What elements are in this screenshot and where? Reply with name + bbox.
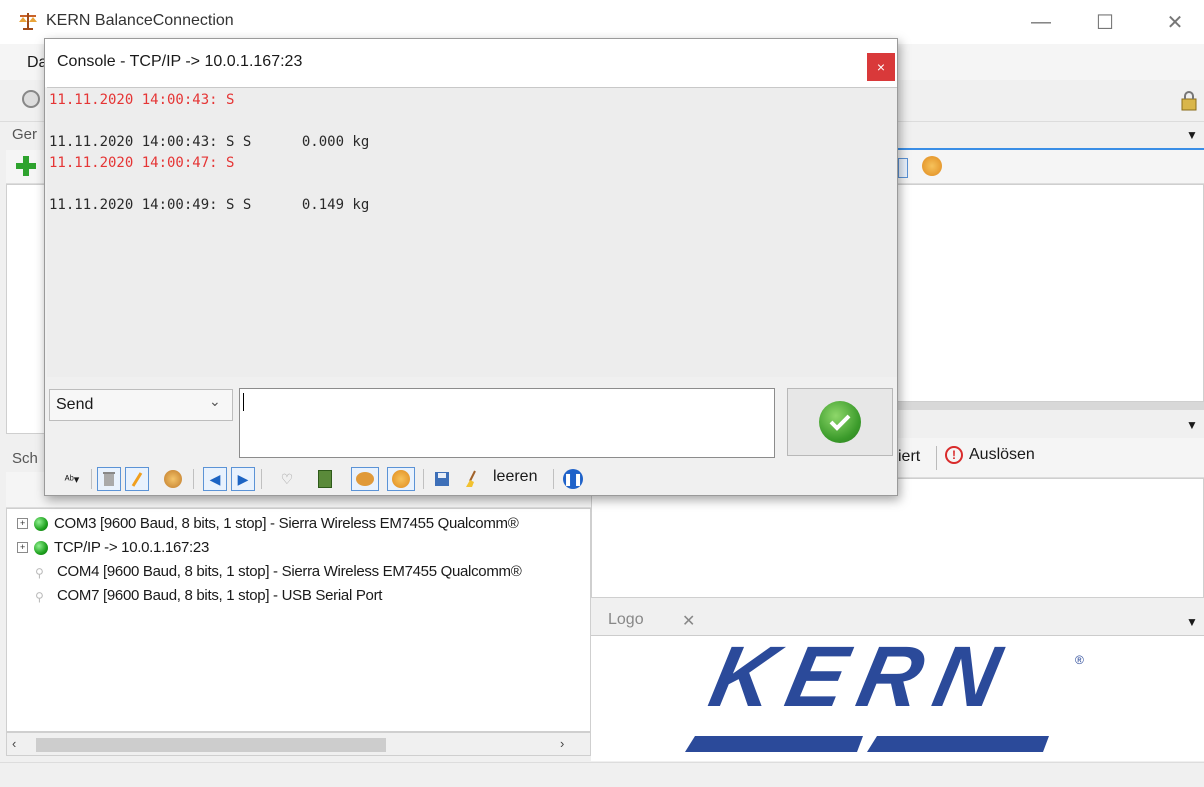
send-button[interactable]	[787, 388, 893, 456]
devices-panel-title: Ger	[12, 126, 38, 143]
scrollbar-thumb[interactable]	[36, 738, 386, 752]
gear-icon[interactable]	[22, 90, 40, 108]
clock-icon[interactable]	[387, 467, 415, 491]
console-dialog: Console - TCP/IP -> 10.0.1.167:23 × 11.1…	[44, 38, 898, 496]
kern-logo-text: KERN	[702, 636, 1022, 725]
expand-icon[interactable]: +	[17, 542, 28, 553]
toolbar-separator	[936, 446, 937, 470]
trash-icon[interactable]	[97, 467, 121, 491]
connection-label: COM3 [9600 Baud, 8 bits, 1 stop] - Sierr…	[54, 515, 519, 532]
tree-item-connection[interactable]: ⚲ COM7 [9600 Baud, 8 bits, 1 stop] - USB…	[35, 587, 382, 604]
statusbar	[0, 762, 1204, 787]
alert-icon: !	[945, 446, 963, 464]
toolbar-button-label[interactable]: iert	[898, 448, 920, 466]
palette-icon[interactable]	[161, 467, 185, 491]
chevron-down-icon[interactable]: ▼	[1186, 418, 1198, 432]
tree-item-connection[interactable]: + COM3 [9600 Baud, 8 bits, 1 stop] - Sie…	[17, 515, 519, 532]
expand-icon[interactable]: +	[17, 518, 28, 529]
color-palette-icon[interactable]	[351, 467, 379, 491]
calculator-icon[interactable]	[313, 467, 337, 491]
app-title: KERN BalanceConnection	[46, 12, 234, 29]
save-icon[interactable]	[431, 467, 453, 491]
tree-item-connection[interactable]: + TCP/IP -> 10.0.1.167:23	[17, 539, 209, 556]
arrow-right-icon[interactable]: ▶	[231, 467, 255, 491]
log-line: 11.11.2020 14:00:43: S	[49, 92, 235, 108]
lock-icon[interactable]	[1180, 90, 1198, 112]
arrow-left-icon[interactable]: ◀	[203, 467, 227, 491]
chevron-down-icon[interactable]: ▼	[1186, 128, 1198, 142]
chevron-down-icon[interactable]: ⌄	[209, 393, 221, 410]
console-close-button[interactable]: ×	[867, 53, 895, 81]
log-line: 11.11.2020 14:00:49: S S 0.149 kg	[49, 197, 370, 213]
connection-label: TCP/IP -> 10.0.1.167:23	[54, 539, 210, 556]
add-icon[interactable]	[16, 156, 36, 176]
encoding-dropdown-icon[interactable]: ᴬᵇ▾	[55, 467, 89, 491]
text-caret	[243, 393, 244, 411]
logo-panel-content: KERN ®	[591, 629, 1204, 761]
connected-status-icon	[34, 516, 48, 531]
scroll-left-icon[interactable]: ‹	[12, 736, 16, 751]
plug-icon: ⚲	[35, 589, 44, 604]
connections-tree: + COM3 [9600 Baud, 8 bits, 1 stop] - Sie…	[6, 508, 591, 732]
console-log: 11.11.2020 14:00:43: S 11.11.2020 14:00:…	[47, 87, 897, 377]
connection-label: COM4 [9600 Baud, 8 bits, 1 stop] - Sierr…	[57, 563, 522, 580]
command-input[interactable]	[239, 388, 775, 458]
log-line: 11.11.2020 14:00:47: S	[49, 155, 235, 171]
tree-item-connection[interactable]: ⚲ COM4 [9600 Baud, 8 bits, 1 stop] - Sie…	[35, 563, 522, 580]
connection-label: COM7 [9600 Baud, 8 bits, 1 stop] - USB S…	[57, 587, 383, 604]
clock-icon[interactable]	[922, 156, 942, 176]
log-line: 11.11.2020 14:00:43: S S 0.000 kg	[49, 134, 370, 150]
scroll-right-icon[interactable]: ›	[560, 736, 564, 751]
tab-logo[interactable]: Logo	[608, 611, 644, 629]
minimize-button[interactable]: —	[1018, 0, 1064, 44]
send-mode-select[interactable]: Send	[49, 389, 233, 421]
connections-panel-title: Sch	[12, 450, 38, 467]
balance-scale-icon	[19, 13, 37, 30]
plug-icon: ⚲	[35, 565, 44, 580]
maximize-button[interactable]: ☐	[1082, 0, 1128, 44]
clear-label[interactable]: leeren	[493, 468, 537, 486]
toolbar-icon[interactable]	[898, 158, 908, 178]
chevron-down-icon[interactable]: ▼	[1186, 615, 1198, 629]
close-tab-icon[interactable]: ✕	[682, 611, 695, 631]
broom-icon[interactable]	[461, 467, 483, 491]
trigger-button[interactable]: ! Auslösen	[945, 446, 1035, 464]
console-title: Console - TCP/IP -> 10.0.1.167:23	[57, 53, 303, 70]
clean-icon[interactable]	[125, 467, 149, 491]
pause-icon[interactable]: ❚❚	[561, 467, 585, 491]
trigger-panel-content	[591, 478, 1204, 598]
console-toolbar: ᴬᵇ▾ ◀ ▶ ♡ leeren ❚❚	[47, 463, 897, 495]
registered-mark: ®	[1075, 653, 1084, 667]
send-mode-value: Send	[56, 396, 94, 413]
trigger-button-label: Auslösen	[969, 446, 1035, 463]
close-window-button[interactable]: ✕	[1152, 0, 1198, 44]
checkmark-icon	[819, 401, 861, 443]
kern-logo: KERN ®	[685, 629, 1084, 752]
filter-icon[interactable]: ♡	[275, 467, 299, 491]
connected-status-icon	[34, 540, 48, 555]
